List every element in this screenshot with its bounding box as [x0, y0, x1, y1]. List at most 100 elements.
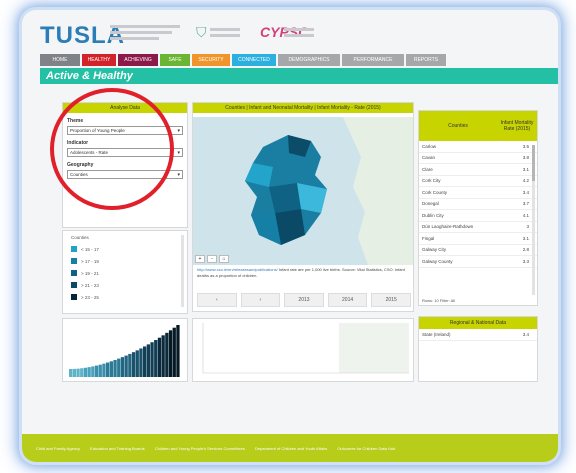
county-value: 3 [526, 224, 529, 230]
nav-tab[interactable]: HOME [40, 54, 80, 66]
nav-tab[interactable]: DEMOGRAPHICS [278, 54, 340, 66]
county-value: 3.1 [522, 166, 529, 172]
county-name: Clare [422, 166, 433, 172]
region-value: 3.4 [522, 331, 529, 337]
county-name: Cavan [422, 155, 436, 161]
legend-item[interactable]: > 21 - 23 [63, 279, 187, 291]
table-row[interactable]: Fingal 3.1 [419, 233, 537, 245]
zoom-out-button[interactable]: - [207, 255, 217, 263]
table-row[interactable]: Cavan 3.8 [419, 153, 537, 164]
county-name: Cork County [422, 189, 448, 195]
table-row[interactable]: Donegal 3.7 [419, 199, 537, 210]
footer-link[interactable]: Child and Family Agency [36, 446, 80, 451]
county-value: 3.4 [522, 189, 529, 195]
year-selector: ‹ › 2013 2014 2015 [197, 293, 411, 307]
legend-title[interactable]: Counties [63, 231, 187, 243]
nav-tab[interactable]: ACHIEVING [118, 54, 158, 66]
distribution-bar [87, 367, 91, 377]
table-row[interactable]: State (Ireland) 3.4 [419, 329, 537, 341]
nav-tab[interactable]: SECURITY [192, 54, 230, 66]
chevron-down-icon: ▾ [177, 150, 180, 156]
legend-item[interactable]: < 15 - 17 [63, 243, 187, 255]
distribution-bar [150, 342, 154, 377]
table-row[interactable]: Carlow 3.5 [419, 141, 537, 153]
trend-chart [192, 318, 414, 382]
page-title-bar: Active & Healthy [40, 68, 558, 84]
footer-link[interactable]: Education and Training Boards [90, 446, 145, 451]
table-row[interactable]: Clare 3.1 [419, 164, 537, 176]
county-value: 3.8 [522, 155, 529, 161]
county-value: 3.7 [522, 201, 529, 207]
legend-item[interactable]: > 23 - 25 [63, 291, 187, 303]
legend-swatch [71, 282, 77, 288]
legend-label: > 23 - 25 [81, 294, 99, 300]
legend-item[interactable]: > 19 - 21 [63, 267, 187, 279]
distribution-bar [135, 350, 139, 377]
nav-tab[interactable]: CONNECTED [232, 54, 276, 66]
home-icon[interactable]: ⌂ [219, 255, 229, 263]
distribution-bar [72, 368, 76, 377]
zoom-in-button[interactable]: + [195, 255, 205, 263]
table-row[interactable]: Cork County 3.4 [419, 187, 537, 199]
year-option[interactable]: 2014 [327, 293, 368, 307]
ranking-scrollbar[interactable] [532, 145, 535, 295]
legend-label: > 17 - 19 [81, 258, 99, 264]
year-option[interactable]: 2013 [284, 293, 324, 307]
map-zoom-controls: + - ⌂ [195, 255, 229, 263]
nav-tab[interactable]: HEALTHY [82, 54, 116, 66]
next-year-button[interactable]: › [240, 293, 281, 307]
county-value: 4.1 [522, 212, 529, 218]
footer-link[interactable]: Department of Children and Youth Affairs [255, 446, 327, 451]
county-value: 3.1 [522, 235, 529, 241]
ranking-col-value[interactable]: Infant Mortality Rate (2015) [497, 120, 537, 132]
distribution-bar [117, 358, 121, 377]
distribution-bar [91, 366, 95, 377]
table-row[interactable]: Galway City 2.8 [419, 245, 537, 256]
distribution-bar [168, 330, 173, 377]
nav-tab[interactable]: PERFORMANCE [342, 54, 404, 66]
legend-item[interactable]: > 17 - 19 [63, 255, 187, 267]
map-view[interactable]: + - ⌂ [193, 117, 413, 265]
source-link[interactable]: http://www.cso.ie/en/releasesandpublicat… [197, 267, 278, 272]
region-name: State (Ireland) [422, 331, 451, 337]
logo-tagline [110, 25, 180, 43]
distribution-bar [76, 368, 80, 377]
chevron-down-icon: ▾ [177, 172, 180, 178]
legend-title-text: Counties [71, 234, 89, 240]
county-value: 3.5 [522, 143, 529, 149]
distribution-bar [94, 365, 99, 377]
distribution-bar [165, 332, 169, 377]
footer-link[interactable]: Children and Young People's Services Com… [155, 446, 245, 451]
footer-link[interactable]: Outcomes for Children Data Hub [337, 446, 395, 451]
table-row[interactable]: Dún Laoghaire-Rathdown 3 [419, 222, 537, 233]
distribution-bar [128, 353, 132, 377]
distribution-bar [176, 325, 180, 377]
distribution-bar [69, 369, 73, 377]
ranking-col-name[interactable]: Counties [419, 123, 497, 129]
distribution-bar [124, 355, 128, 377]
table-row[interactable]: Dublin City 4.1 [419, 210, 537, 222]
distribution-bar [83, 367, 88, 377]
map-source-note: http://www.cso.ie/en/releasesandpublicat… [197, 267, 411, 279]
distribution-bar [80, 368, 84, 377]
county-name: Dublin City [422, 212, 444, 218]
prev-year-button[interactable]: ‹ [197, 293, 237, 307]
nav-tab[interactable]: REPORTS [406, 54, 446, 66]
legend-swatch [71, 246, 77, 252]
legend-scrollbar[interactable] [181, 235, 184, 307]
ireland-map[interactable] [193, 117, 413, 265]
distribution-bar [146, 344, 150, 377]
county-name: Donegal [422, 201, 439, 207]
legend-label: > 19 - 21 [81, 270, 99, 276]
distribution-bar [109, 361, 113, 377]
table-row[interactable]: Galway County 3.3 [419, 256, 537, 268]
distribution-bar [161, 335, 165, 377]
distribution-chart [62, 318, 188, 382]
distribution-bar [157, 337, 162, 377]
county-value: 2.8 [522, 247, 529, 253]
table-row[interactable]: Cork City 4.2 [419, 176, 537, 187]
nav-tab[interactable]: SAFE [160, 54, 190, 66]
ranking-table: Counties Infant Mortality Rate (2015) Ca… [418, 110, 538, 306]
distribution-bar [172, 327, 176, 377]
year-option[interactable]: 2015 [371, 293, 411, 307]
